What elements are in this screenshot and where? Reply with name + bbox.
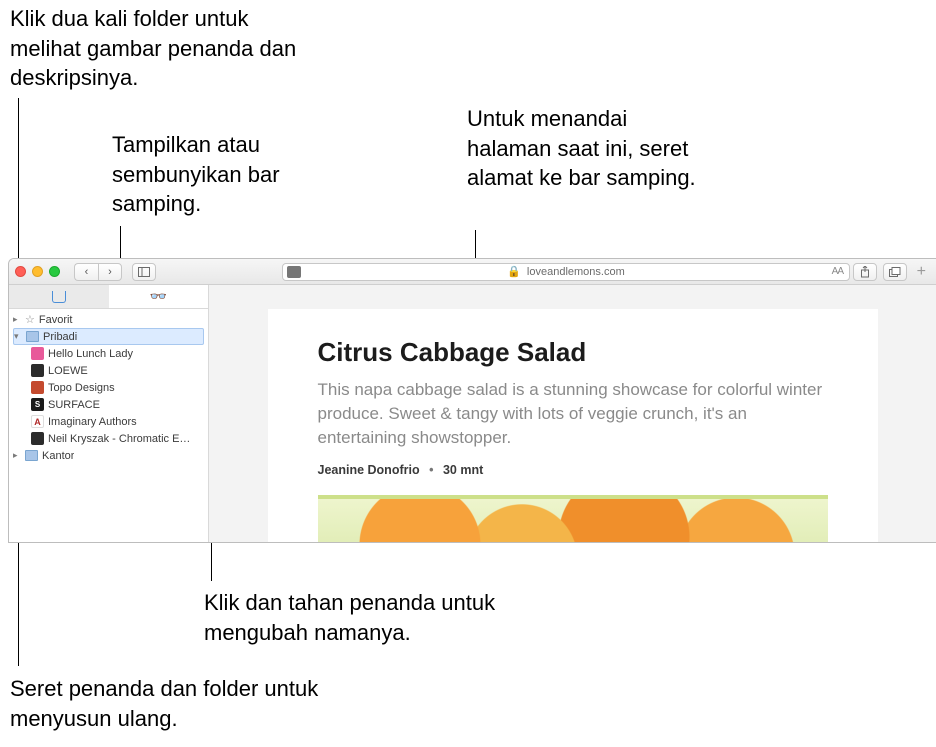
bookmark-item[interactable]: Hello Lunch Lady [9,345,208,362]
favicon [31,381,44,394]
zoom-button[interactable] [49,266,60,277]
bookmark-label: Hello Lunch Lady [48,348,133,360]
sidebar-tabs: 👓 [9,285,208,309]
bookmark-label: LOEWE [48,365,88,377]
lock-icon: 🔒 [507,265,521,278]
folder-label: Favorit [39,314,73,326]
callout-dragaddress: Untuk menandai halaman saat ini, seret a… [467,104,717,193]
bookmarks-sidebar: 👓 ▸ ☆ Favorit ▾ Pribadi Hello Lunch Lady [9,285,209,542]
tabs-button[interactable] [883,263,907,281]
close-button[interactable] [15,266,26,277]
folder-label: Pribadi [43,331,77,343]
favicon [31,432,44,445]
glasses-icon: 👓 [150,288,167,305]
bookmark-item[interactable]: Neil Kryszak - Chromatic E… [9,430,208,447]
share-button[interactable] [853,263,877,281]
favicon: S [31,398,44,411]
favicon [31,347,44,360]
sidebar-toggle-button[interactable] [132,263,156,281]
chevron-right-icon[interactable]: ▸ [13,450,21,461]
folder-pribadi[interactable]: ▾ Pribadi [13,328,204,345]
page-content: Citrus Cabbage Salad This napa cabbage s… [209,285,936,542]
safari-window: ‹ › 🔒 loveandlemons.com AA + [8,258,936,543]
book-icon [52,291,66,303]
article-author: Jeanine Donofrio [318,463,420,477]
bookmark-item[interactable]: Topo Designs [9,379,208,396]
address-bar[interactable]: 🔒 loveandlemons.com AA [282,263,850,281]
favicon [31,364,44,377]
callout-showhide: Tampilkan atau sembunyikan bar samping. [112,130,362,219]
bookmark-item[interactable]: S SURFACE [9,396,208,413]
bookmark-label: Imaginary Authors [48,416,137,428]
article-time: 30 mnt [443,463,483,477]
callout-clickhold: Klik dan tahan penanda untuk mengubah na… [204,588,604,647]
reader-article: Citrus Cabbage Salad This napa cabbage s… [268,309,878,542]
folder-icon [25,450,38,461]
text-size-button[interactable]: AA [832,266,843,277]
bookmark-label: Topo Designs [48,382,115,394]
article-title: Citrus Cabbage Salad [318,337,828,368]
url-text: loveandlemons.com [527,266,625,278]
chevron-down-icon[interactable]: ▾ [14,331,22,342]
folder-label: Kantor [42,450,74,462]
bookmark-label: Neil Kryszak - Chromatic E… [48,433,190,445]
bookmark-list: ▸ ☆ Favorit ▾ Pribadi Hello Lunch Lady L… [9,309,208,542]
folder-kantor[interactable]: ▸ Kantor [9,447,208,464]
minimize-button[interactable] [32,266,43,277]
article-description: This napa cabbage salad is a stunning sh… [318,378,828,449]
forward-button[interactable]: › [98,263,122,281]
new-tab-button[interactable]: + [913,263,930,281]
bookmarks-tab[interactable] [9,285,109,308]
separator-dot: • [429,463,433,477]
bookmark-label: SURFACE [48,399,100,411]
article-hero-image [318,495,828,542]
article-byline: Jeanine Donofrio • 30 mnt [318,463,828,477]
bookmark-item[interactable]: A Imaginary Authors [9,413,208,430]
favicon: A [31,415,44,428]
reader-icon[interactable] [287,266,301,278]
callout-doubleclick: Klik dua kali folder untuk melihat gamba… [10,4,310,93]
callout-reorder: Seret penanda dan folder untuk menyusun … [10,674,360,733]
back-button[interactable]: ‹ [74,263,98,281]
reading-list-tab[interactable]: 👓 [109,285,209,308]
titlebar: ‹ › 🔒 loveandlemons.com AA + [9,259,936,285]
bookmark-item[interactable]: LOEWE [9,362,208,379]
chevron-right-icon[interactable]: ▸ [13,314,21,325]
folder-favorit[interactable]: ▸ ☆ Favorit [9,311,208,328]
callout-line [120,226,121,262]
nav-group: ‹ › [74,263,122,281]
star-icon: ☆ [25,313,35,326]
folder-icon [26,331,39,342]
traffic-lights [15,266,60,277]
